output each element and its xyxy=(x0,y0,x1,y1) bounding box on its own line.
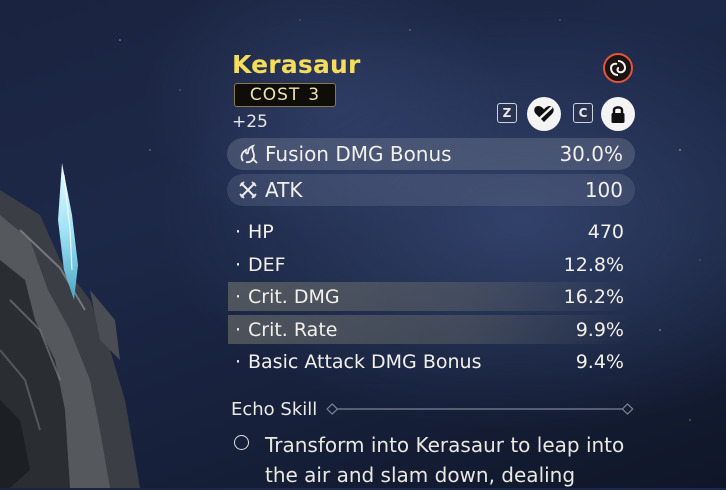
main-stat-value: 100 xyxy=(584,178,623,202)
echo-skill-title: Echo Skill xyxy=(231,398,318,420)
cost-badge: COST 3 xyxy=(234,83,336,107)
sub-stat-row: · DEF 12.8% xyxy=(228,250,632,279)
fusion-element-icon xyxy=(603,53,633,83)
echo-skill-description: Transform into Kerasaur to leap into the… xyxy=(265,433,625,487)
fusion-icon xyxy=(231,143,265,165)
sub-stat-bullet: · xyxy=(234,285,242,308)
echo-name: Kerasaur xyxy=(232,50,361,79)
main-stat-label: ATK xyxy=(265,178,303,202)
sub-stat-bullet: · xyxy=(234,253,242,276)
section-divider xyxy=(326,403,634,415)
lock-icon xyxy=(611,106,625,123)
secondary-main-stat-row: ATK 100 xyxy=(227,174,635,206)
sub-stat-bullet: · xyxy=(234,350,242,373)
cost-label: COST xyxy=(249,85,301,105)
sub-stat-value: 16.2% xyxy=(563,285,624,308)
sub-stat-bullet: · xyxy=(234,318,242,341)
c-hotkey[interactable]: C xyxy=(573,103,593,123)
heart-discard-icon xyxy=(534,106,554,122)
sub-stat-value: 470 xyxy=(587,220,624,243)
sub-stat-label: HP xyxy=(248,220,274,243)
sub-stat-bullet: · xyxy=(234,220,242,243)
sub-stat-row: · HP 470 xyxy=(228,217,632,246)
fusion-swirl-icon xyxy=(609,60,627,76)
main-stat-row: Fusion DMG Bonus 30.0% xyxy=(227,138,635,170)
sub-stat-value: 9.9% xyxy=(575,318,624,341)
sub-stat-label: Basic Attack DMG Bonus xyxy=(248,350,482,373)
discard-button[interactable] xyxy=(527,97,561,131)
sub-stat-label: DEF xyxy=(248,253,286,276)
main-stat-value: 30.0% xyxy=(559,142,623,166)
echo-level: +25 xyxy=(232,112,268,132)
sub-stat-row-highlighted: · Crit. DMG 16.2% xyxy=(228,282,632,311)
sub-stat-row-highlighted: · Crit. Rate 9.9% xyxy=(228,315,632,344)
echo-skill-header: Echo Skill xyxy=(231,396,635,422)
skill-bullet-circle-icon xyxy=(234,435,249,450)
sub-stat-value: 9.4% xyxy=(575,350,624,373)
z-hotkey[interactable]: Z xyxy=(497,103,517,123)
main-stat-label: Fusion DMG Bonus xyxy=(265,142,452,166)
sub-stat-label: Crit. Rate xyxy=(248,318,338,341)
sub-stat-label: Crit. DMG xyxy=(248,285,340,308)
cost-value: 3 xyxy=(308,85,321,105)
sub-stat-value: 12.8% xyxy=(563,253,624,276)
echo-creature-art xyxy=(0,163,140,488)
atk-swords-icon xyxy=(231,179,265,201)
lock-button[interactable] xyxy=(601,97,635,131)
sub-stat-row: · Basic Attack DMG Bonus 9.4% xyxy=(228,347,632,376)
